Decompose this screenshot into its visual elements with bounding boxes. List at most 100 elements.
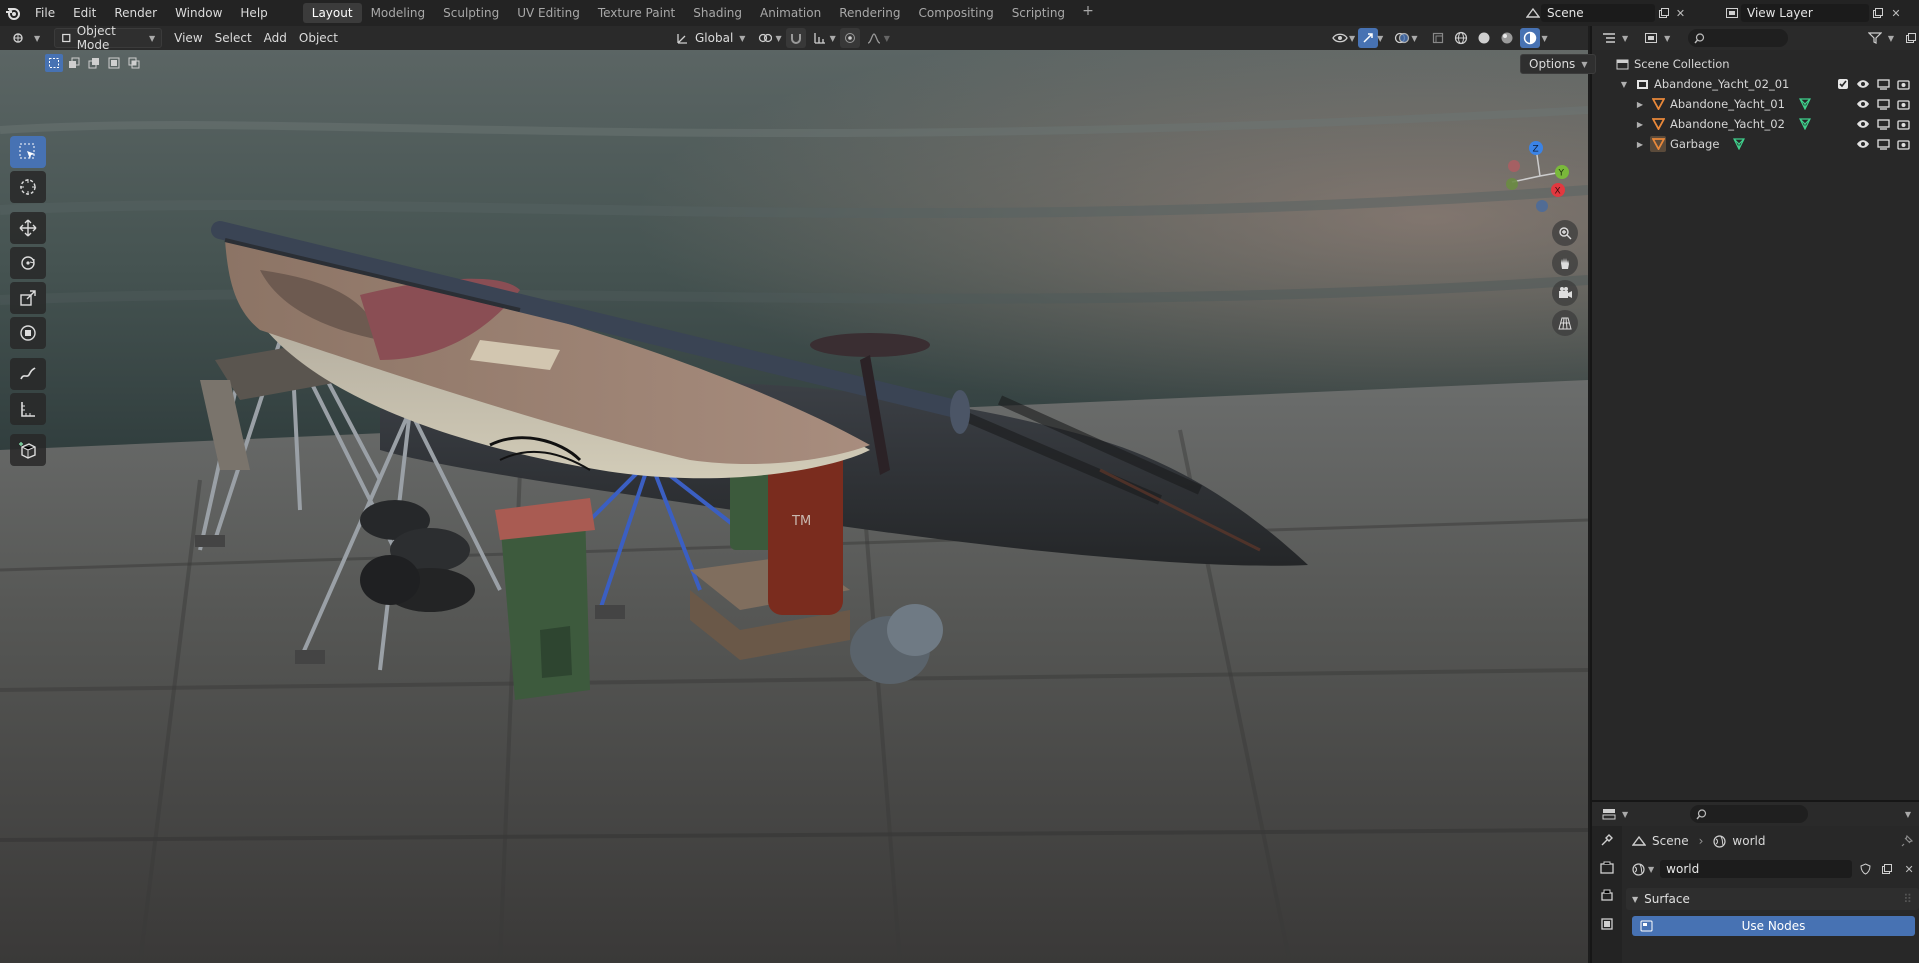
rendered-shading-icon[interactable] xyxy=(1520,28,1541,48)
menu-render[interactable]: Render xyxy=(105,3,166,23)
viewport-disable-icon[interactable] xyxy=(1875,116,1891,132)
3d-viewport[interactable]: TM Z Y X xyxy=(0,50,1588,963)
render-disable-icon[interactable] xyxy=(1895,96,1911,112)
outliner-item-row[interactable]: ▶ Abandone_Yacht_01 xyxy=(1592,94,1919,114)
solid-shading-icon[interactable] xyxy=(1474,28,1494,48)
falloff-icon[interactable] xyxy=(864,28,884,48)
mode-dropdown[interactable]: Object Mode ▼ xyxy=(54,24,163,52)
breadcrumb-scene[interactable]: Scene xyxy=(1652,834,1689,848)
snap-target-icon[interactable] xyxy=(810,28,830,48)
view-layer-icon[interactable] xyxy=(1723,4,1741,22)
outliner-collection-row[interactable]: ▼ Abandone_Yacht_02_01 xyxy=(1592,74,1919,94)
viewport-disable-icon[interactable] xyxy=(1875,136,1891,152)
tool-tab-icon[interactable] xyxy=(1592,826,1622,854)
fake-user-shield-icon[interactable] xyxy=(1856,860,1874,878)
camera-view-icon[interactable] xyxy=(1552,280,1578,306)
properties-editor-type[interactable]: ▼ xyxy=(1596,804,1634,824)
world-name-field[interactable]: world xyxy=(1660,860,1853,878)
render-disable-icon[interactable] xyxy=(1895,116,1911,132)
eye-visibility-icon[interactable] xyxy=(1855,116,1871,132)
scale-tool-icon[interactable] xyxy=(10,282,46,314)
menu-select[interactable]: Select xyxy=(209,28,258,48)
use-nodes-button[interactable]: Use Nodes xyxy=(1632,916,1915,936)
mesh-data-icon[interactable] xyxy=(1798,98,1811,110)
expand-triangle-icon[interactable]: ▶ xyxy=(1634,140,1646,149)
expand-triangle-icon[interactable]: ▶ xyxy=(1634,120,1646,129)
annotate-tool-icon[interactable] xyxy=(10,358,46,390)
perspective-toggle-icon[interactable] xyxy=(1552,310,1578,336)
add-cube-tool-icon[interactable] xyxy=(10,434,46,466)
select-invert-icon[interactable] xyxy=(105,54,123,72)
pivot-point-icon[interactable] xyxy=(755,28,775,48)
expand-triangle-icon[interactable]: ▶ xyxy=(1634,100,1646,109)
tab-texture-paint[interactable]: Texture Paint xyxy=(589,3,684,23)
select-extend-icon[interactable] xyxy=(65,54,83,72)
properties-options-icon[interactable]: ▼ xyxy=(1905,810,1911,819)
tab-uv-editing[interactable]: UV Editing xyxy=(508,3,589,23)
new-view-layer-icon[interactable] xyxy=(1869,4,1887,22)
properties-search-input[interactable] xyxy=(1690,805,1809,823)
outliner-search-input[interactable] xyxy=(1688,29,1788,47)
breadcrumb-world[interactable]: world xyxy=(1732,834,1765,848)
menu-view[interactable]: View xyxy=(168,28,208,48)
unlink-world-icon[interactable]: ✕ xyxy=(1900,860,1918,878)
visibility-icon[interactable] xyxy=(1330,28,1350,48)
wireframe-shading-icon[interactable] xyxy=(1451,28,1471,48)
menu-object[interactable]: Object xyxy=(293,28,344,48)
overlays-toggle-icon[interactable] xyxy=(1392,28,1412,48)
display-mode-dropdown[interactable]: ▼ xyxy=(1638,28,1676,48)
new-collection-icon[interactable] xyxy=(1904,29,1919,47)
tab-compositing[interactable]: Compositing xyxy=(909,3,1002,23)
delete-view-layer-icon[interactable]: ✕ xyxy=(1887,4,1905,22)
duplicate-world-icon[interactable] xyxy=(1878,860,1896,878)
eye-visibility-icon[interactable] xyxy=(1855,136,1871,152)
viewport-disable-icon[interactable] xyxy=(1875,96,1891,112)
tab-animation[interactable]: Animation xyxy=(751,3,830,23)
tab-modeling[interactable]: Modeling xyxy=(362,3,435,23)
outliner-item-row[interactable]: ▶ Abandone_Yacht_02 xyxy=(1592,114,1919,134)
filter-dropdown[interactable]: ▼ xyxy=(1862,28,1900,48)
pan-hand-icon[interactable] xyxy=(1552,250,1578,276)
rotate-tool-icon[interactable] xyxy=(10,247,46,279)
menu-add[interactable]: Add xyxy=(258,28,293,48)
measure-tool-icon[interactable] xyxy=(10,393,46,425)
tab-layout[interactable]: Layout xyxy=(302,3,362,23)
outliner-root[interactable]: Scene Collection xyxy=(1592,54,1919,74)
move-tool-icon[interactable] xyxy=(10,212,46,244)
cursor-tool-icon[interactable] xyxy=(10,171,46,203)
navigation-gizmo[interactable]: Z Y X xyxy=(1500,136,1580,216)
menu-window[interactable]: Window xyxy=(166,3,231,23)
xray-toggle-icon[interactable] xyxy=(1428,28,1448,48)
viewport-disable-icon[interactable] xyxy=(1875,76,1891,92)
select-intersect-icon[interactable] xyxy=(125,54,143,72)
new-scene-icon[interactable] xyxy=(1655,4,1672,22)
scene-name-field[interactable]: Scene xyxy=(1541,4,1655,22)
tab-shading[interactable]: Shading xyxy=(684,3,751,23)
select-subtract-icon[interactable] xyxy=(85,54,103,72)
menu-file[interactable]: File xyxy=(26,3,64,23)
eye-visibility-icon[interactable] xyxy=(1855,76,1871,92)
tab-scripting[interactable]: Scripting xyxy=(1003,3,1074,23)
pin-icon[interactable] xyxy=(1901,835,1913,847)
snap-toggle-icon[interactable] xyxy=(785,28,806,48)
outliner-editor-type[interactable]: ▼ xyxy=(1596,28,1634,48)
select-box-tool-icon[interactable] xyxy=(10,136,46,168)
delete-scene-icon[interactable]: ✕ xyxy=(1672,4,1689,22)
menu-edit[interactable]: Edit xyxy=(64,3,105,23)
menu-help[interactable]: Help xyxy=(231,3,276,23)
render-disable-icon[interactable] xyxy=(1895,136,1911,152)
view-layer-tab-icon[interactable] xyxy=(1592,910,1622,938)
material-preview-icon[interactable] xyxy=(1497,28,1517,48)
render-tab-icon[interactable] xyxy=(1592,854,1622,882)
transform-tool-icon[interactable] xyxy=(10,317,46,349)
scene-icon[interactable] xyxy=(1524,4,1541,22)
gizmo-toggle-icon[interactable] xyxy=(1358,28,1379,48)
editor-type-dropdown[interactable]: ▼ xyxy=(6,28,46,48)
add-workspace-icon[interactable]: + xyxy=(1074,3,1102,23)
select-new-icon[interactable] xyxy=(45,54,63,72)
outliner-item-row[interactable]: ▶ Garbage xyxy=(1592,134,1919,154)
orientation-dropdown[interactable]: Global ▼ xyxy=(670,28,751,48)
mesh-data-icon[interactable] xyxy=(1733,138,1746,150)
world-browse-dropdown[interactable]: ▼ xyxy=(1630,859,1656,879)
view-layer-field[interactable]: View Layer xyxy=(1741,4,1869,22)
